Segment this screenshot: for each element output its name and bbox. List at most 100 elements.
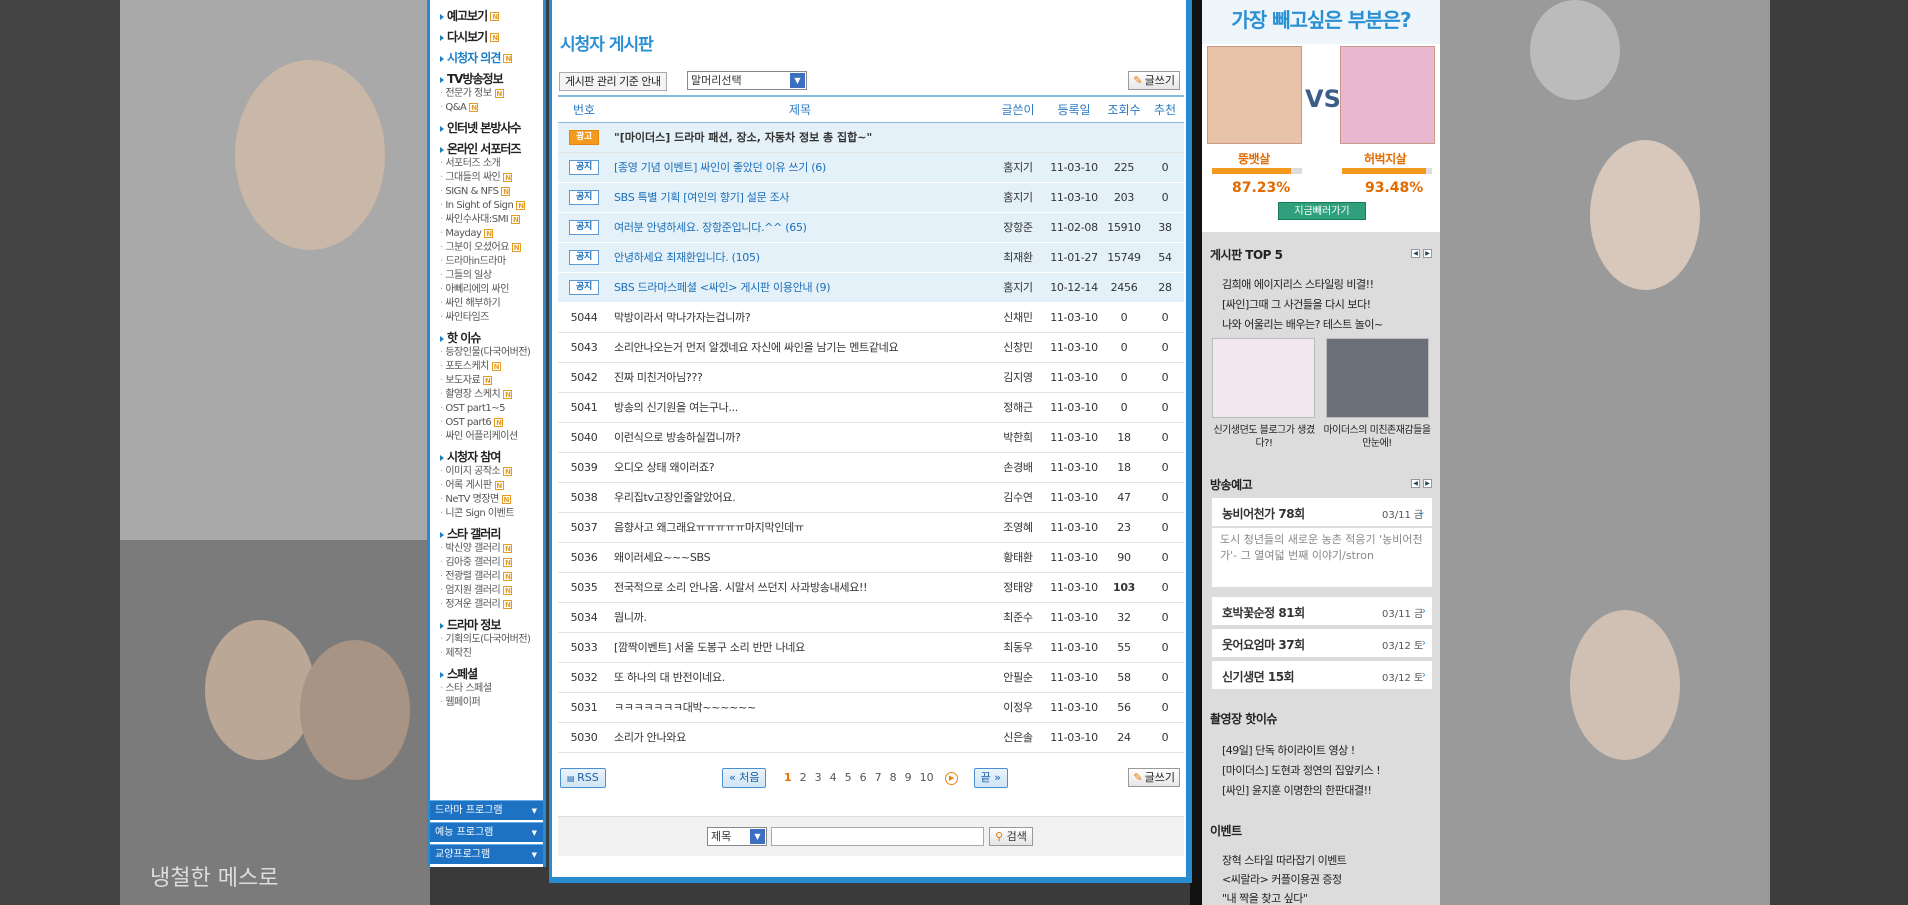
next-icon[interactable]: ▶ [1423,249,1432,258]
write-button-top[interactable]: ✎ 글쓰기 [1128,71,1180,90]
notice-subject[interactable]: 여러분 안녕하세요. 장항준입니다.^^ (65) [610,212,990,243]
poll-image-thigh[interactable] [1340,46,1435,144]
nav-item[interactable]: 싸인 어플리케이션 [440,430,543,444]
table-row[interactable]: 5043 소리안나오는거 먼저 알겠네요 자신에 싸인을 남기는 멘트같네요 신창민… [558,332,1184,363]
nav-item[interactable]: MaydayN [440,227,543,241]
event-item[interactable]: "내 짝을 찾고 싶다" [1222,890,1308,905]
preview-item[interactable]: 호박꽃순정 81회 03/11 금 › [1212,597,1432,626]
nav-item[interactable]: 스타 스페셜 [440,682,543,696]
nav-heading[interactable]: 예고보기 N [440,9,543,24]
ad-subject[interactable]: "[마이더스] 드라마 패션, 장소, 자동차 정보 총 집합~" [610,122,1184,153]
nav-item[interactable]: 그들의 일상 [440,269,543,283]
hot-issue-item[interactable]: [49일] 단독 하이라이트 영상 ! [1222,742,1355,758]
rss-button[interactable]: ▤ RSS [560,768,606,788]
nav-item[interactable]: SIGN & NFSN [440,185,543,199]
table-row[interactable]: 5036 왜이러세요~~~SBS 황태환 11-03-10 90 0 [558,542,1184,573]
nav-item[interactable]: 제작진 [440,647,543,661]
top5-thumb-caption[interactable]: 마이더스의 미친존재감들을 만눈에! [1322,424,1432,450]
page-link[interactable]: 9 [905,768,912,788]
nav-item[interactable]: 그분이 오셨어요N [440,241,543,255]
post-subject[interactable]: 방송의 신기원을 여는구나... [610,392,990,423]
nav-heading[interactable]: 드라마 정보 [440,618,543,633]
top5-thumbnail[interactable] [1326,338,1429,418]
nav-item[interactable]: 촬영장 스케치N [440,388,543,402]
nav-heading[interactable]: 스타 갤러리 [440,527,543,542]
post-subject[interactable]: 이런식으로 방송하실껍니까? [610,422,990,453]
poll-image-belly[interactable] [1207,46,1302,144]
page-link[interactable]: 3 [815,768,822,788]
page-link[interactable]: 10 [920,768,934,788]
first-page-button[interactable]: « 처음 [722,768,767,788]
nav-heading[interactable]: 시청자 참여 [440,450,543,465]
nav-item[interactable]: In Sight of SignN [440,199,543,213]
nav-item[interactable]: 웹페이퍼 [440,696,543,710]
nav-heading[interactable]: 스페셜 [440,667,543,682]
nav-item[interactable]: Q&AN [440,101,543,115]
nav-heading[interactable]: 온라인 서포터즈 [440,142,543,157]
top5-item[interactable]: [싸인]그때 그 사건들을 다시 보다! [1222,296,1371,312]
page-link[interactable]: 8 [890,768,897,788]
nav-heading[interactable]: 핫 이슈 [440,331,543,346]
page-link[interactable]: 5 [845,768,852,788]
nav-item[interactable]: 싸인 해부하기 [440,297,543,311]
nav-item[interactable]: 보도자료N [440,374,543,388]
next-icon[interactable]: ▶ [945,771,959,785]
notice-subject[interactable]: 안녕하세요 최재환입니다. (105) [610,242,990,273]
hot-issue-item[interactable]: [마이더스] 도현과 정연의 집앞키스 ! [1222,762,1381,778]
page-link[interactable]: 7 [875,768,882,788]
nav-item[interactable]: 엄지원 갤러리N [440,584,543,598]
poll-vote-button[interactable]: 지금빼러가기 [1278,202,1366,220]
prev-icon[interactable]: ◀ [1411,249,1420,258]
program-culture[interactable]: 교양프로그램 [430,844,543,865]
page-link[interactable]: 6 [860,768,867,788]
post-subject[interactable]: 진짜 미친거아님??? [610,362,990,393]
preview-item[interactable]: 웃어요엄마 37회 03/12 토 › [1212,629,1432,658]
nav-item[interactable]: 어록 게시판N [440,479,543,493]
notice-row[interactable]: 공지 SBS 특별 기획 [여인의 향기] 설문 조사 홈지기 11-03-10 203… [558,182,1184,213]
event-item[interactable]: <씨랄라> 커플이용권 증정 [1222,871,1342,887]
notice-row[interactable]: 공지 안녕하세요 최재환입니다. (105) 최재환 11-01-27 15749 54 [558,242,1184,273]
post-subject[interactable]: 우리집tv고장인줄알았어요. [610,482,990,513]
guide-button[interactable]: 게시판 관리 기준 안내 [559,72,667,91]
post-subject[interactable]: 소리안나오는거 먼저 알겠네요 자신에 싸인을 남기는 멘트같네요 [610,332,990,363]
nav-item[interactable]: 정겨운 갤러리N [440,598,543,612]
post-subject[interactable]: 음향사고 왜그래요ㅠㅠㅠㅠㅠ마지막인데ㅠ [610,512,990,543]
page-link[interactable]: 4 [830,768,837,788]
nav-heading[interactable]: 인터넷 본방사수 [440,121,543,136]
notice-row[interactable]: 공지 여러분 안녕하세요. 장항준입니다.^^ (65) 장항준 11-02-08 15… [558,212,1184,243]
nav-heading[interactable]: TV방송정보 [440,72,543,87]
nav-item[interactable]: 니콘 Sign 이벤트 [440,507,543,521]
nav-item[interactable]: 이미지 공작소N [440,465,543,479]
search-button[interactable]: ⚲ 검색 [989,827,1033,846]
preview-item[interactable]: 농비어천가 78회 03/11 금 ⌄ [1212,498,1432,527]
search-input[interactable] [771,827,984,846]
table-row[interactable]: 5038 우리집tv고장인줄알았어요. 김수연 11-03-10 47 0 [558,482,1184,513]
nav-item[interactable]: 기획의도(다국어버전) [440,633,543,647]
search-field-select[interactable]: 제목 ▼ [707,827,767,846]
nav-item[interactable]: 서포터즈 소개 [440,157,543,171]
nav-item[interactable]: 아뻬리에의 싸인 [440,283,543,297]
nav-item[interactable]: 포토스케치N [440,360,543,374]
nav-item[interactable]: 김아중 갤러리N [440,556,543,570]
nav-item[interactable]: 전광렬 갤러리N [440,570,543,584]
prev-icon[interactable]: ◀ [1411,479,1420,488]
write-button-bottom[interactable]: ✎ 글쓰기 [1128,768,1180,787]
next-icon[interactable]: ▶ [1423,479,1432,488]
table-row[interactable]: 5042 진짜 미친거아님??? 김지영 11-03-10 0 0 [558,362,1184,393]
program-drama[interactable]: 드라마 프로그램 [430,800,543,821]
event-item[interactable]: 장혁 스타일 따라잡기 이벤트 [1222,852,1347,868]
notice-subject[interactable]: SBS 드라마스페셜 <싸인> 게시판 이용안내 (9) [610,272,990,303]
notice-row[interactable]: 공지 [종영 기념 이벤트] 싸인이 좋았던 이유 쓰기 (6) 홈지기 11-03-… [558,152,1184,183]
ad-row[interactable]: 광고 "[마이더스] 드라마 패션, 장소, 자동차 정보 총 집합~" [558,122,1184,153]
notice-subject[interactable]: SBS 특별 기획 [여인의 향기] 설문 조사 [610,182,990,213]
last-page-button[interactable]: 끝 » [973,768,1008,788]
table-row[interactable]: 5044 막방이라서 막나가자는겁니까? 신채민 11-03-10 0 0 [558,302,1184,333]
table-row[interactable]: 5034 뭡니까. 최준수 11-03-10 32 0 [558,602,1184,633]
nav-item[interactable]: 그대들의 싸인N [440,171,543,185]
program-variety[interactable]: 예능 프로그램 [430,822,543,843]
top5-thumbnail[interactable] [1212,338,1315,418]
nav-item[interactable]: 싸인수사대:SMIN [440,213,543,227]
post-subject[interactable]: ㅋㅋㅋㅋㅋㅋㅋ대박~~~~~~ [610,692,990,723]
top5-item[interactable]: 나와 어울리는 배우는? 테스트 놀이~ [1222,316,1383,332]
notice-subject[interactable]: [종영 기념 이벤트] 싸인이 좋았던 이유 쓰기 (6) [610,152,990,183]
